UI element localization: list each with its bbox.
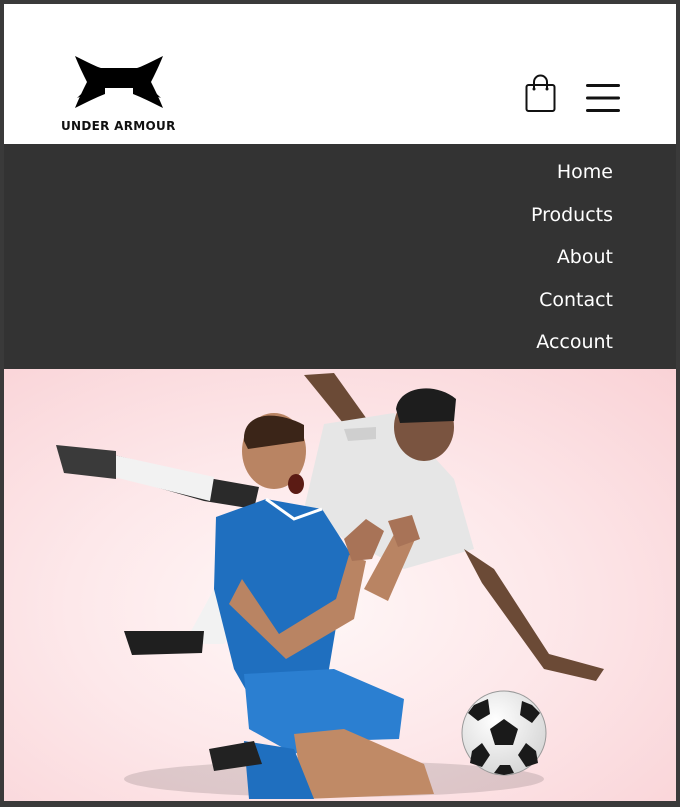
nav-item-about: About [531,241,613,284]
nav-item-products: Products [531,199,613,242]
shopping-bag-icon[interactable] [524,74,558,114]
under-armour-logo-icon [75,56,163,108]
brand-logo[interactable]: UNDER ARMOUR [59,54,189,134]
nav-link-about[interactable]: About [557,246,613,268]
nav-link-account[interactable]: Account [536,331,613,353]
main-nav: Home Products About Contact Account [4,144,676,369]
nav-item-contact: Contact [531,284,613,327]
nav-link-products[interactable]: Products [531,204,613,226]
nav-link-contact[interactable]: Contact [539,289,613,311]
soccer-players-illustration [56,373,604,799]
page-frame: UNDER ARMOUR Home Products About Contact [4,4,676,801]
nav-item-home: Home [531,156,613,199]
soccer-ball-icon [461,690,547,776]
nav-link-home[interactable]: Home [557,161,613,183]
nav-item-account: Account [531,326,613,369]
hamburger-menu-icon[interactable] [584,82,622,116]
nav-list: Home Products About Contact Account [531,156,613,369]
site-header: UNDER ARMOUR [4,4,676,144]
brand-name: UNDER ARMOUR [61,119,176,133]
hero-image [4,369,676,801]
